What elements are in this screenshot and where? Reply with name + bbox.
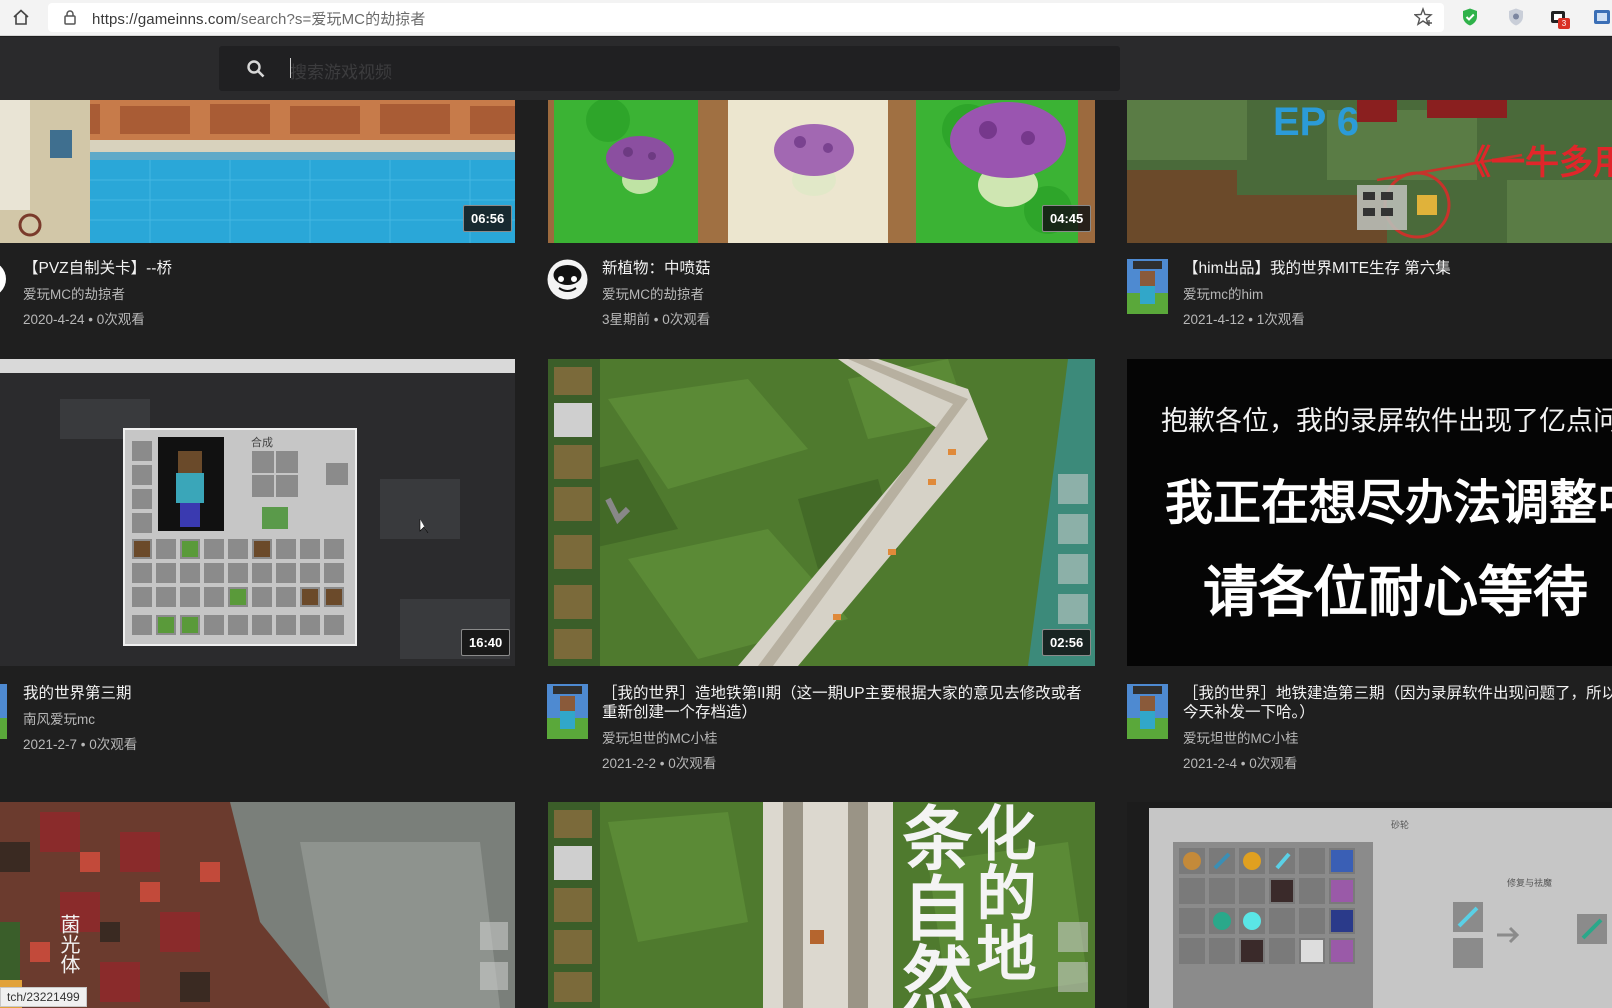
video-title[interactable]: ［我的世界］造地铁第II期（这一期UP主要根据大家的意见去修改或者重新创建一个存…	[602, 684, 1092, 722]
thumbnail-text: 菌光体	[57, 914, 79, 974]
home-icon	[13, 9, 29, 25]
text-caret	[290, 58, 291, 78]
channel-avatar[interactable]	[1127, 684, 1168, 739]
link-preview: tch/23221499	[0, 987, 87, 1007]
channel-avatar[interactable]	[0, 259, 8, 314]
thumbnail-text: 化的地	[968, 802, 1035, 982]
avatar-icon	[547, 684, 588, 739]
video-thumbnail[interactable]: 菌光体	[0, 802, 515, 1008]
video-thumbnail[interactable]: 06:56	[0, 100, 515, 243]
channel-avatar[interactable]	[547, 259, 588, 314]
thumbnail-text: 《一牛多用	[1457, 144, 1612, 182]
video-meta: 2021-2-7 • 0次观看	[23, 737, 138, 752]
avatar-icon	[0, 684, 7, 739]
channel-name[interactable]: 南风爱玩mc	[23, 708, 95, 728]
video-meta: 3星期前 • 0次观看	[602, 312, 711, 327]
channel-name[interactable]: 爱玩坦世的MC小桂	[1183, 727, 1299, 747]
video-title[interactable]: 我的世界第三期	[23, 684, 132, 703]
thumbnail-text: EP 6	[1273, 100, 1359, 144]
video-meta: 2020-4-24 • 0次观看	[23, 312, 145, 327]
shield-check-icon[interactable]	[1460, 7, 1480, 27]
thumbnail-text: 我正在想尽办法调整中	[1165, 477, 1612, 530]
search-placeholder[interactable]: 搜索游戏视频	[290, 58, 392, 83]
avatar-icon	[1127, 259, 1168, 314]
video-thumbnail[interactable]: 砂轮 修复与祛魔	[1127, 802, 1612, 1008]
video-duration: 06:56	[463, 205, 513, 232]
video-thumbnail[interactable]: 02:56	[548, 359, 1095, 666]
avatar-icon	[0, 265, 6, 293]
star-add-icon[interactable]	[1414, 7, 1434, 27]
video-duration: 16:40	[461, 629, 511, 656]
video-title[interactable]: 【PVZ自制关卡】--桥	[23, 259, 172, 278]
thumbnail-text: 砂轮	[1391, 820, 1410, 830]
video-meta: 2021-4-12 • 1次观看	[1183, 312, 1305, 327]
lock-icon[interactable]	[62, 9, 78, 25]
video-title[interactable]: 【him出品】我的世界MITE生存 第六集	[1183, 259, 1451, 278]
thumbnail-text: 修复与祛魔	[1507, 878, 1553, 888]
thumbnail-text: 合成	[251, 437, 273, 449]
channel-name[interactable]: 爱玩mc的him	[1183, 283, 1263, 303]
channel-name[interactable]: 爱玩MC的劫掠者	[23, 283, 125, 303]
shield-icon[interactable]	[1506, 7, 1526, 27]
channel-avatar[interactable]	[547, 684, 588, 739]
avatar-icon	[1127, 684, 1168, 739]
channel-name[interactable]: 爱玩MC的劫掠者	[602, 283, 704, 303]
home-button[interactable]	[8, 4, 34, 30]
avatar-icon	[547, 259, 588, 300]
browser-toolbar: https://gameinns.com/search?s=爱玩MC的劫掠者 3	[0, 0, 1612, 36]
video-meta: 2021-2-2 • 0次观看	[602, 756, 717, 771]
channel-avatar[interactable]	[0, 684, 7, 739]
video-thumbnail[interactable]: 抱歉各位，我的录屏软件出现了亿点问 我正在想尽办法调整中 请各位耐心等待	[1127, 359, 1612, 666]
video-thumbnail[interactable]: 合成 16:40	[0, 359, 515, 666]
video-thumbnail[interactable]: 04:45	[548, 100, 1095, 243]
channel-avatar[interactable]	[1127, 259, 1168, 314]
search-icon[interactable]	[246, 59, 266, 79]
video-duration: 02:56	[1042, 629, 1092, 656]
video-meta: 2021-2-4 • 0次观看	[1183, 756, 1298, 771]
video-title[interactable]: ［我的世界］地铁建造第三期（因为录屏软件出现问题了，所以今天补发一下哈。）	[1183, 684, 1612, 722]
video-title[interactable]: 新植物：中喷菇	[602, 259, 711, 278]
thumbnail-text: 请各位耐心等待	[1203, 561, 1589, 623]
channel-name[interactable]: 爱玩坦世的MC小桂	[602, 727, 718, 747]
extension-icon[interactable]	[1592, 7, 1612, 27]
video-duration: 04:45	[1042, 205, 1092, 232]
video-thumbnail[interactable]: 条自然 化的地	[548, 802, 1095, 1008]
extension-badge: 3	[1558, 18, 1570, 29]
thumbnail-text: 抱歉各位，我的录屏软件出现了亿点问	[1161, 406, 1612, 436]
url-text[interactable]: https://gameinns.com/search?s=爱玩MC的劫掠者	[92, 8, 426, 29]
video-thumbnail[interactable]: EP 6 《一牛多用	[1127, 100, 1612, 243]
